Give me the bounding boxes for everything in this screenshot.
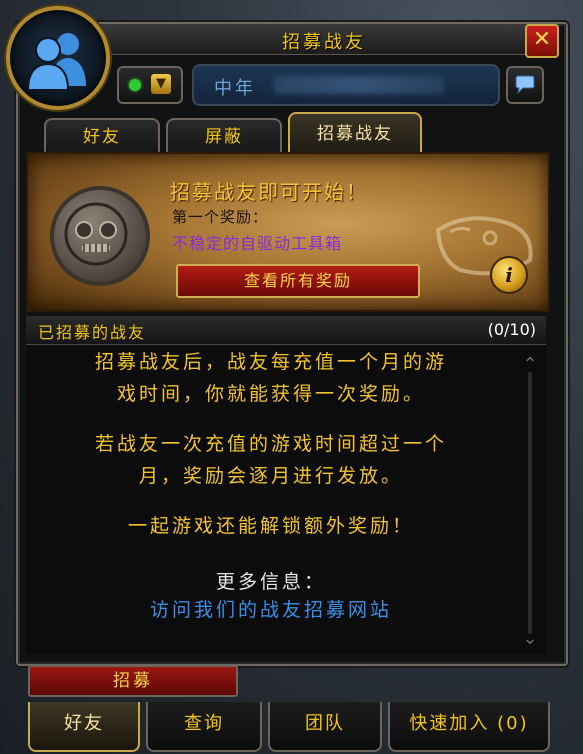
recruited-count: (0/10) [487, 320, 536, 339]
view-all-rewards-button[interactable]: 查看所有奖励 [176, 264, 420, 298]
close-button[interactable]: ✕ [525, 24, 559, 58]
battletag-text: 中年 [214, 78, 256, 99]
reward-headline: 招募战友即可开始！ [170, 180, 368, 204]
tab-ignore[interactable]: 屏蔽 [166, 118, 282, 154]
bottom-tab-who[interactable]: 查询 [146, 702, 262, 752]
bottom-tab-quick-join[interactable]: 快速加入 (0) [388, 702, 550, 752]
info-line-3: 若战友一次充值的游戏时间超过一个 [94, 433, 447, 455]
info-line-4: 月，奖励会逐月进行发放。 [138, 465, 403, 487]
bottom-tab-friends[interactable]: 好友 [28, 702, 140, 752]
tab-recruit[interactable]: 招募战友 [288, 112, 422, 154]
recruited-header: 已招募的战友 (0/10) [26, 316, 546, 345]
status-dropdown[interactable]: ▼ [117, 66, 183, 104]
info-icon[interactable]: i [490, 256, 528, 294]
friends-silhouette-icon [26, 33, 86, 90]
coin-face-icon [50, 186, 150, 286]
recruit-website-link[interactable]: 访问我们的战友招募网站 [26, 594, 516, 626]
window-title: 招募战友 [282, 32, 366, 53]
scroll-down-icon[interactable]: ⌄ [520, 630, 540, 648]
speech-bubble-icon [515, 75, 535, 95]
first-reward-label: 第一个奖励： [172, 208, 269, 226]
redacted-name [274, 76, 444, 94]
chevron-down-icon: ▼ [151, 74, 171, 94]
tab-friends[interactable]: 好友 [44, 118, 160, 154]
scrollbar-track[interactable] [528, 372, 532, 634]
info-line-1: 招募战友后，战友每充值一个月的游 [94, 351, 447, 373]
recruit-button[interactable]: 招募 [28, 665, 238, 697]
battletag-field[interactable]: 中年 [192, 64, 500, 106]
recruited-title: 已招募的战友 [38, 323, 147, 342]
info-line-2: 戏时间，你就能获得一次奖励。 [116, 383, 425, 405]
portrait-frame [6, 6, 110, 110]
first-reward-item[interactable]: 不稳定的自驱动工具箱 [172, 230, 342, 254]
bottom-tab-raid[interactable]: 团队 [268, 702, 382, 752]
online-dot-icon [129, 79, 141, 91]
title-bar: 招募战友 [90, 24, 558, 55]
broadcast-button[interactable] [506, 66, 544, 104]
info-line-5: 一起游戏还能解锁额外奖励！ [127, 515, 414, 537]
close-x-icon: ✕ [532, 27, 552, 52]
